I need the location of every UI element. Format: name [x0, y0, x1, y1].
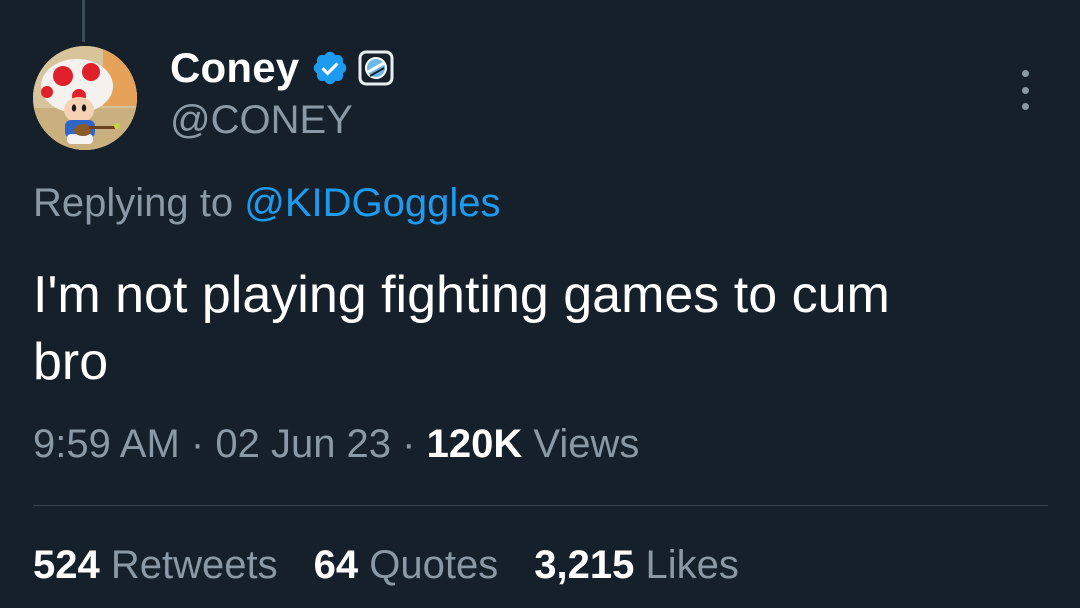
meta-separator: ·	[402, 422, 416, 466]
affiliate-badge-icon[interactable]	[357, 49, 395, 87]
views-count[interactable]: 120K	[427, 422, 523, 466]
tweet-date[interactable]: 02 Jun 23	[215, 422, 391, 466]
engagement-stats: 524 Retweets 64 Quotes 3,215 Likes	[33, 543, 775, 588]
verified-badge-icon[interactable]	[311, 49, 349, 87]
quotes-stat[interactable]: 64 Quotes	[314, 543, 499, 588]
replying-to-line: Replying to @KIDGoggles	[33, 181, 501, 226]
avatar[interactable]	[33, 46, 137, 150]
more-dot	[1021, 103, 1029, 110]
more-dot	[1021, 86, 1029, 94]
author-handle[interactable]: @CONEY	[170, 98, 353, 143]
avatar-image	[33, 46, 137, 150]
likes-count: 3,215	[534, 543, 635, 587]
tweet-time[interactable]: 9:59 AM	[33, 422, 180, 466]
likes-stat[interactable]: 3,215 Likes	[534, 543, 739, 588]
retweets-label: Retweets	[110, 543, 278, 587]
replying-to-prefix: Replying to	[33, 181, 234, 225]
author-name-row: Coney	[170, 40, 395, 96]
more-options-icon[interactable]	[1013, 70, 1037, 110]
more-dot	[1021, 70, 1029, 77]
reply-mention-link[interactable]: @KIDGoggles	[244, 181, 500, 225]
quotes-count: 64	[313, 543, 359, 587]
likes-label: Likes	[645, 543, 739, 587]
views-label[interactable]: Views	[533, 422, 639, 466]
tweet-meta: 9:59 AM · 02 Jun 23 · 120K Views	[33, 422, 639, 467]
retweets-count: 524	[33, 543, 100, 587]
meta-separator: ·	[190, 422, 205, 466]
quotes-label: Quotes	[369, 543, 499, 587]
tweet-text: I'm not playing fighting games to cum br…	[33, 266, 890, 391]
retweets-stat[interactable]: 524 Retweets	[33, 543, 278, 588]
author-display-name[interactable]: Coney	[170, 44, 299, 92]
divider	[33, 505, 1048, 506]
thread-connector-line	[82, 0, 85, 42]
